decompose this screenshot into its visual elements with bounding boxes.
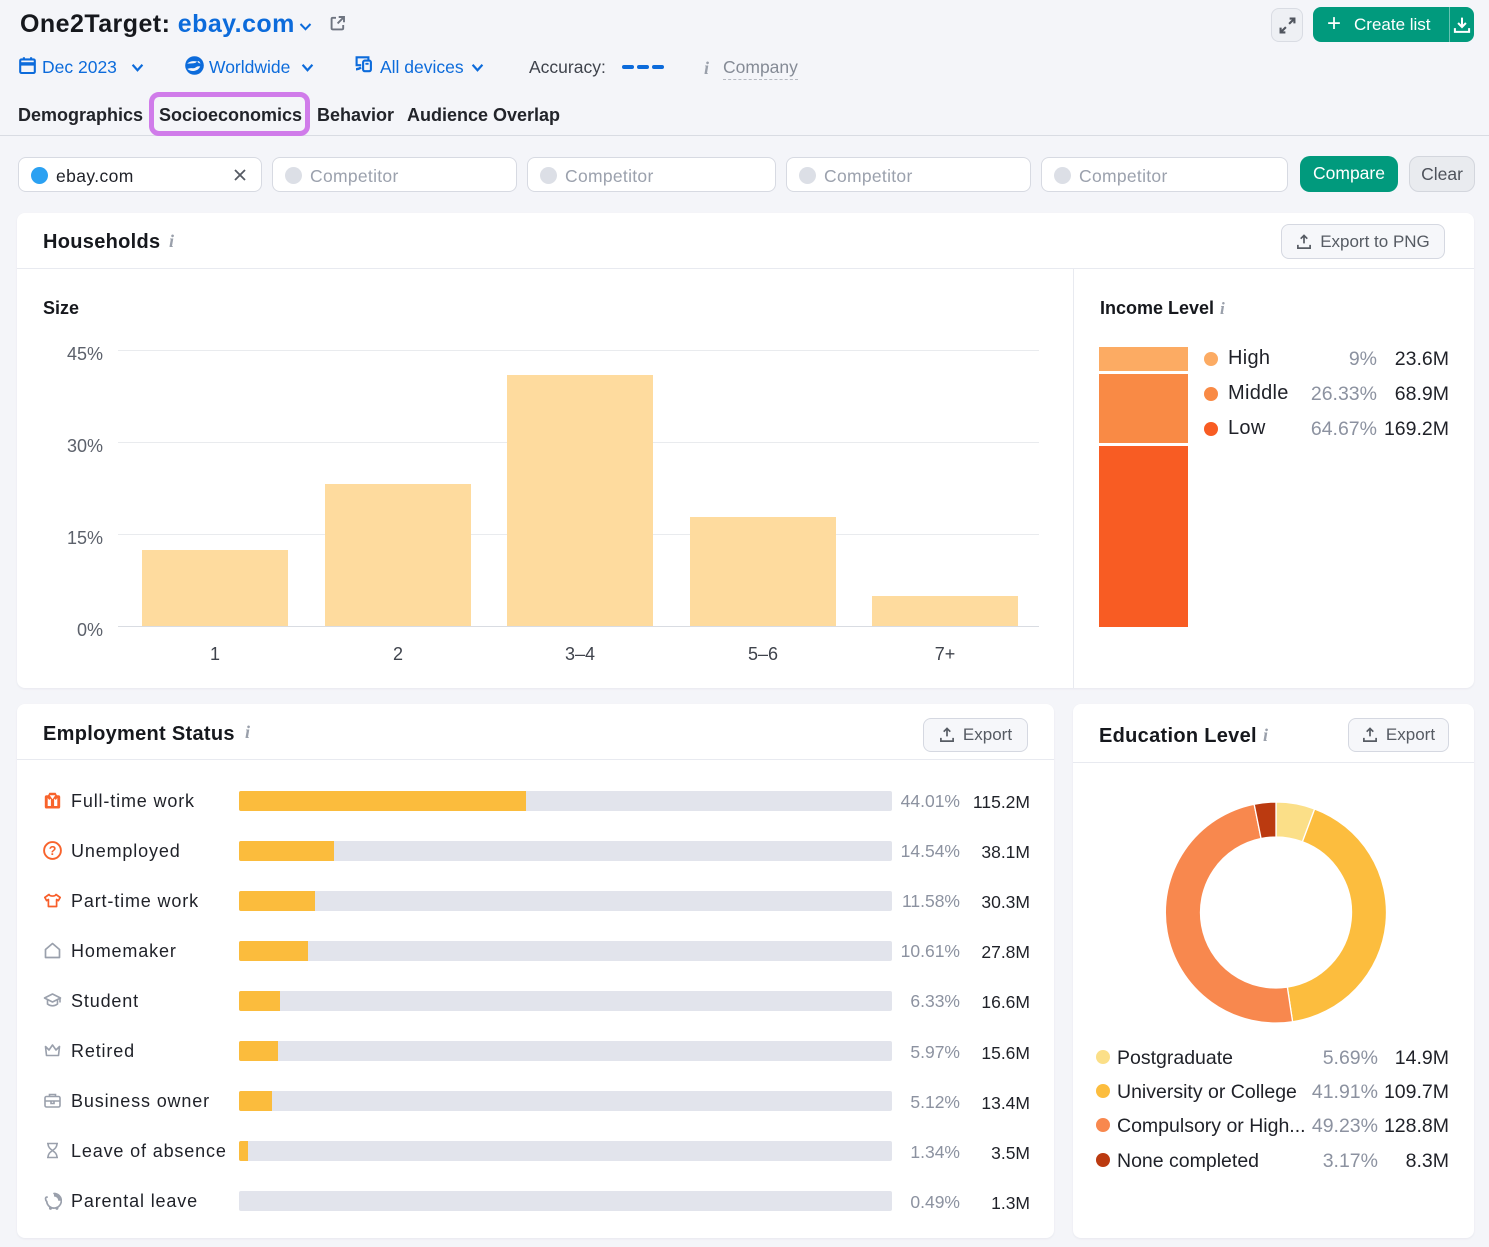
svg-text:?: ?: [49, 844, 57, 858]
